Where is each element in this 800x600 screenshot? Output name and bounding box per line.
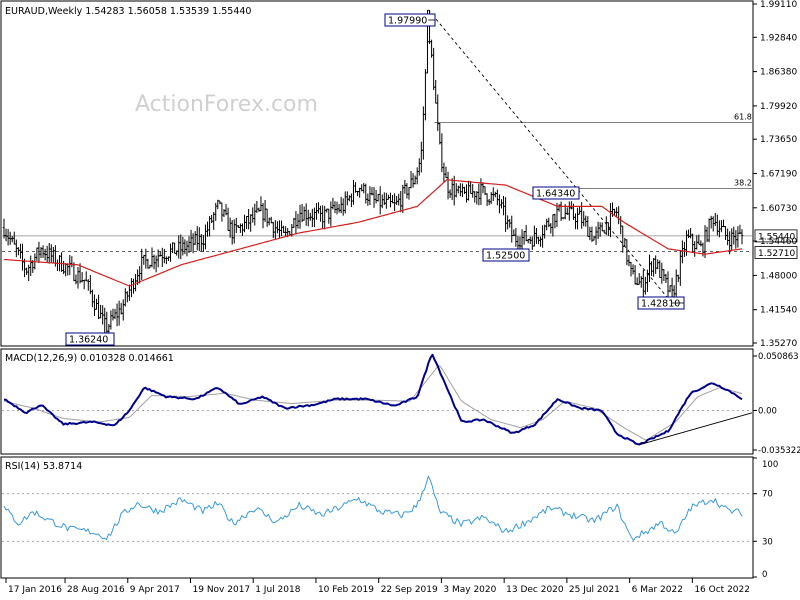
label-1-36240: 1.36240 [65, 332, 115, 346]
price-axis: 1.99110 1.92840 1.86380 1.79920 1.73650 1.671… [753, 0, 797, 349]
price-tick-label: 1.99110 [760, 0, 797, 10]
macd-panel-title: MACD(12,26,9) 0.010328 0.014661 [5, 353, 174, 364]
right-label-support-text: 1.52710 [758, 249, 795, 259]
x-tick-label: 22 Sep 2019 [381, 585, 438, 595]
rsi-tick-label: 0 [762, 570, 767, 580]
x-tick-label: 13 Dec 2020 [506, 585, 564, 595]
watermark: ActionForex.com [135, 92, 318, 117]
label-1-64340-text: 1.64340 [536, 189, 575, 200]
label-1-36240-text: 1.36240 [69, 335, 108, 346]
x-tick-label: 1 Jul 2018 [255, 585, 300, 595]
price-tick-label: 1.73650 [760, 135, 797, 145]
rsi-line [3, 475, 743, 541]
macd-tick-label: 0.00 [758, 406, 777, 416]
x-tick-label: 3 May 2020 [443, 585, 496, 595]
price-tick-label: 1.35270 [760, 339, 797, 349]
x-tick-label: 19 Nov 2017 [193, 585, 251, 595]
x-tick-label: 6 Mar 2022 [632, 585, 683, 595]
x-tick-label: 28 Aug 2016 [67, 585, 125, 595]
price-panel-title: EURAUD,Weekly 1.54283 1.56058 1.53539 1.… [5, 6, 251, 17]
price-tick-label: 1.86380 [760, 68, 797, 78]
label-1-97990: 1.97990 [384, 13, 436, 27]
macd-layer: 0.050863 0.00 -0.035322 [2, 352, 800, 456]
price-labels: 1.979901.643401.525001.362401.428101.554… [65, 13, 798, 346]
fib-38-2-label: 38.2 [734, 179, 752, 188]
price-trendline [428, 9, 673, 304]
rsi-tick-label: 100 [762, 460, 778, 470]
right-label-support: 1.52710 [754, 246, 798, 259]
label-1-42810-text: 1.42810 [641, 299, 680, 310]
x-tick-label: 17 Jan 2016 [8, 585, 62, 595]
price-tick-label: 1.60730 [760, 204, 797, 214]
price-tick-label: 1.54460 [760, 237, 797, 247]
fib-61-8-label: 61.8 [734, 113, 752, 122]
macd-tick-label: -0.035322 [758, 446, 800, 456]
price-tick-label: 1.79920 [760, 102, 797, 112]
rsi-tick-label: 70 [762, 490, 773, 500]
price-tick-label: 1.48000 [760, 271, 797, 281]
rsi-panel-frame [0, 456, 754, 579]
x-tick-label: 25 Jul 2021 [569, 585, 620, 595]
price-levels: 61.8 38.2 [2, 9, 752, 304]
rsi-layer: 100 70 30 0 [2, 457, 778, 580]
price-tick-label: 1.92840 [760, 33, 797, 43]
macd-trendline [638, 412, 753, 446]
price-bars [2, 9, 744, 338]
price-panel-frame [0, 0, 754, 347]
price-tick-label: 1.67190 [760, 170, 797, 180]
macd-signal-line [3, 365, 743, 441]
rsi-panel-title: RSI(14) 53.8714 [5, 461, 82, 472]
label-1-97990-text: 1.97990 [388, 16, 427, 27]
x-axis: 17 Jan 2016 28 Aug 2016 9 Apr 2017 19 Nov 2… [5, 578, 750, 595]
label-1-64340: 1.64340 [532, 186, 580, 200]
label-1-52500: 1.52500 [482, 248, 530, 262]
euraud-weekly-chart: ActionForex.com 61.8 38.2 1.97990 1.64340 1… [0, 0, 800, 595]
macd-line [3, 353, 743, 446]
price-tick-label: 1.41540 [760, 306, 797, 316]
rsi-tick-label: 30 [762, 537, 773, 547]
label-1-52500-text: 1.52500 [486, 251, 525, 262]
x-tick-label: 16 Oct 2022 [694, 585, 750, 595]
macd-tick-label: 0.050863 [758, 352, 799, 362]
x-tick-label: 9 Apr 2017 [130, 585, 180, 595]
x-tick-label: 10 Feb 2019 [318, 585, 374, 595]
